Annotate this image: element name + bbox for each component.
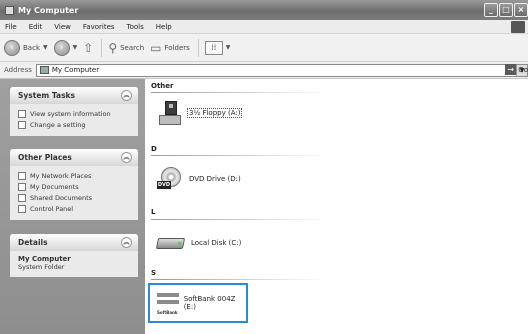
place-documents[interactable]: My Documents [18, 181, 132, 192]
task-pane: System Tasks ︽ View system information C… [0, 79, 145, 334]
softbank-device-icon: SoftBank [157, 291, 179, 315]
panel-title: System Tasks [18, 91, 75, 100]
place-label: Shared Documents [30, 193, 93, 202]
address-bar: Address My Computer ▼ → Go [0, 62, 528, 79]
close-button[interactable]: × [514, 3, 528, 17]
place-label: My Documents [30, 182, 79, 191]
drive-list: Other 3½ Floppy (A:) D DVD DVD Drive (D:… [145, 79, 528, 334]
floppy-icon [157, 101, 181, 125]
group-header: D [151, 145, 157, 153]
toolbar-divider [197, 38, 199, 57]
system-tasks-header[interactable]: System Tasks ︽ [10, 87, 138, 104]
other-places-header[interactable]: Other Places ︽ [10, 149, 138, 166]
forward-arrow-icon: › [53, 39, 70, 56]
panel-title: Other Places [18, 153, 72, 162]
collapse-icon[interactable]: ︽ [121, 237, 132, 248]
folders-icon: ▭ [150, 40, 162, 55]
details-header[interactable]: Details ︽ [10, 234, 138, 251]
drive-softbank[interactable]: SoftBank SoftBank 004Z (E:) [148, 283, 248, 323]
menu-file[interactable]: File [0, 23, 23, 31]
group-header: L [151, 208, 156, 216]
system-tasks-panel: System Tasks ︽ View system information C… [10, 87, 138, 136]
group-divider [151, 279, 326, 280]
chevron-down-icon: ▼ [43, 44, 48, 51]
menu-help[interactable]: Help [150, 23, 178, 31]
address-input[interactable]: My Computer ▼ [35, 63, 528, 77]
computer-icon [5, 5, 14, 15]
forward-button[interactable]: › ▼ [53, 39, 78, 56]
drive-label: Local Disk (C:) [191, 239, 242, 247]
control-panel-icon [18, 204, 26, 213]
group-header: S [151, 269, 157, 277]
folder-icon [18, 193, 26, 202]
computer-icon [39, 66, 49, 74]
windows-logo-icon [511, 21, 525, 33]
drive-label: DVD Drive (D:) [189, 175, 241, 183]
place-control-panel[interactable]: Control Panel [18, 203, 132, 214]
menu-view[interactable]: View [48, 23, 77, 31]
task-view-system-info[interactable]: View system information [18, 108, 132, 119]
search-button[interactable]: ⚲ Search [108, 41, 144, 55]
group-header: Other [151, 82, 174, 90]
go-label: Go [518, 65, 528, 74]
menu-bar: File Edit View Favorites Tools Help [0, 20, 528, 34]
maximize-button[interactable]: □ [499, 3, 513, 17]
group-divider [151, 92, 326, 93]
title-bar: My Computer _ □ × [0, 0, 528, 20]
up-folder-icon: ⇧ [83, 40, 94, 55]
menu-favorites[interactable]: Favorites [77, 23, 121, 31]
views-icon: ⁞⁞ [204, 40, 223, 55]
go-button[interactable]: → Go [505, 64, 528, 75]
other-places-panel: Other Places ︽ My Network Places My Docu… [10, 149, 138, 220]
place-shared-documents[interactable]: Shared Documents [18, 192, 132, 203]
info-icon [18, 109, 26, 118]
place-label: Control Panel [30, 204, 74, 213]
go-arrow-icon: → [505, 64, 517, 75]
window-controls: _ □ × [484, 3, 528, 17]
folders-label: Folders [164, 43, 190, 52]
menu-edit[interactable]: Edit [23, 23, 49, 31]
group-divider [151, 155, 326, 156]
dvd-drive-icon: DVD [157, 167, 183, 191]
group-divider [151, 219, 326, 220]
search-label: Search [120, 43, 145, 52]
network-icon [18, 171, 26, 180]
drive-local-disk[interactable]: Local Disk (C:) [155, 235, 242, 251]
hard-disk-icon [155, 235, 186, 251]
task-label: View system information [30, 109, 111, 118]
drive-label: SoftBank 004Z (E:) [183, 295, 236, 311]
place-network[interactable]: My Network Places [18, 170, 132, 181]
drive-floppy[interactable]: 3½ Floppy (A:) [157, 101, 243, 125]
task-label: Change a setting [30, 120, 86, 129]
window-title: My Computer [18, 5, 79, 15]
panel-title: Details [18, 238, 48, 247]
settings-icon [18, 120, 26, 129]
place-label: My Network Places [30, 171, 92, 180]
task-change-setting[interactable]: Change a setting [18, 119, 132, 130]
details-panel: Details ︽ My Computer System Folder [10, 234, 138, 277]
views-button[interactable]: ⁞⁞ ▼ [204, 40, 231, 55]
address-value: My Computer [51, 66, 100, 74]
collapse-icon[interactable]: ︽ [121, 152, 132, 163]
back-button[interactable]: ‹ Back ▼ [4, 39, 48, 56]
folders-button[interactable]: ▭ Folders [150, 41, 190, 55]
address-label: Address [4, 66, 32, 74]
drive-label: 3½ Floppy (A:) [187, 108, 243, 118]
toolbar-divider [101, 38, 103, 57]
back-arrow-icon: ‹ [4, 39, 20, 56]
minimize-button[interactable]: _ [484, 3, 498, 17]
toolbar: ‹ Back ▼ › ▼ ⇧ ⚲ Search ▭ Folders ⁞⁞ ▼ [0, 34, 528, 62]
details-name: My Computer [18, 255, 71, 263]
chevron-down-icon: ▼ [225, 44, 231, 51]
folder-icon [18, 182, 26, 191]
back-label: Back [23, 43, 40, 52]
drive-dvd[interactable]: DVD DVD Drive (D:) [157, 167, 241, 191]
collapse-icon[interactable]: ︽ [121, 90, 132, 101]
search-icon: ⚲ [108, 40, 118, 55]
softbank-logo: SoftBank [157, 310, 178, 315]
up-folder-button[interactable]: ⇧ [83, 41, 93, 55]
details-type: System Folder [18, 263, 65, 271]
chevron-down-icon: ▼ [72, 44, 78, 51]
menu-tools[interactable]: Tools [121, 23, 150, 31]
